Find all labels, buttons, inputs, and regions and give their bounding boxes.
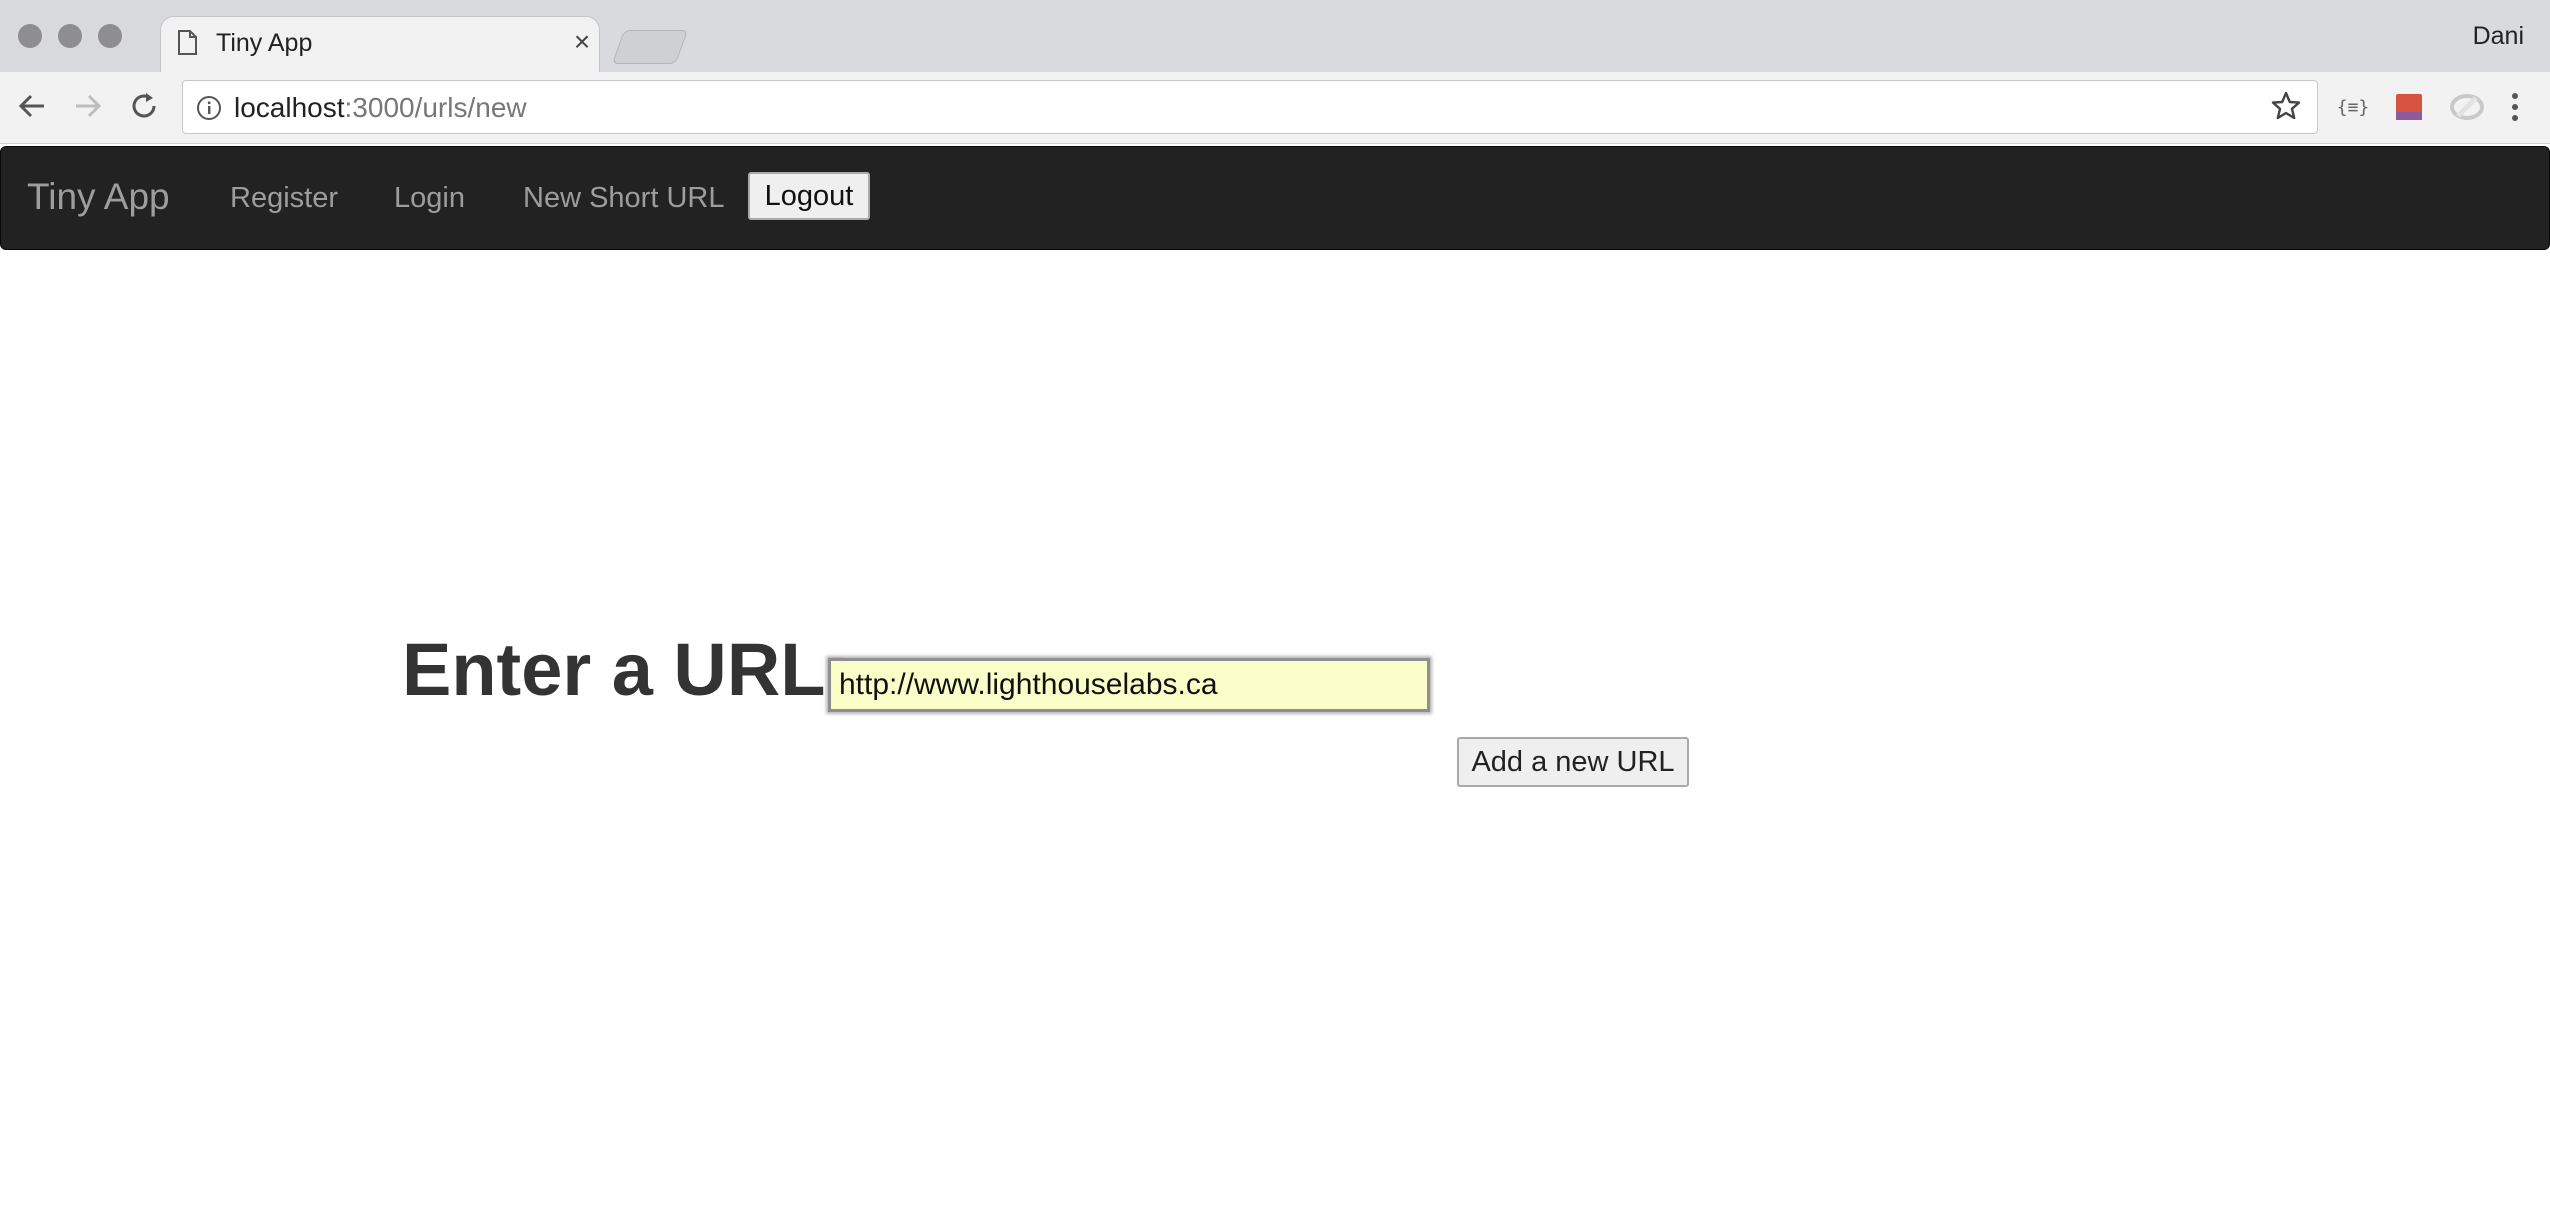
gray-extension-icon[interactable] <box>2450 90 2484 124</box>
window-zoom-control[interactable] <box>98 24 122 48</box>
star-icon[interactable] <box>2270 90 2302 122</box>
reload-icon[interactable] <box>122 84 166 128</box>
info-icon[interactable] <box>196 95 222 121</box>
window-close-control[interactable] <box>18 24 42 48</box>
json-viewer-extension-icon[interactable]: {≡} <box>2336 90 2370 124</box>
enter-url-label: Enter a URL: <box>402 628 851 711</box>
profile-name[interactable]: Dani <box>2473 22 2524 51</box>
navbar-brand[interactable]: Tiny App <box>27 174 170 220</box>
kebab-menu-icon[interactable] <box>2504 90 2526 124</box>
nav-link-new-short-url[interactable]: New Short URL <box>523 180 724 216</box>
new-tab-button[interactable] <box>611 30 689 64</box>
address-url[interactable]: localhost:3000/urls/new <box>234 91 527 125</box>
url-path: :3000/urls/new <box>344 92 527 123</box>
app-navbar <box>0 146 2550 250</box>
url-host: localhost <box>234 92 345 123</box>
back-arrow-icon[interactable] <box>10 84 54 128</box>
document-icon <box>178 30 197 55</box>
long-url-input[interactable] <box>828 658 1430 712</box>
add-new-url-button[interactable]: Add a new URL <box>1457 737 1689 787</box>
red-extension-icon[interactable] <box>2394 90 2424 124</box>
tab-title: Tiny App <box>216 29 313 57</box>
logout-button[interactable]: Logout <box>748 172 870 220</box>
nav-link-register[interactable]: Register <box>230 180 338 216</box>
forward-arrow-icon[interactable] <box>66 84 110 128</box>
tab-close-icon[interactable]: × <box>568 28 596 56</box>
nav-link-login[interactable]: Login <box>394 180 465 216</box>
window-minimize-control[interactable] <box>58 24 82 48</box>
